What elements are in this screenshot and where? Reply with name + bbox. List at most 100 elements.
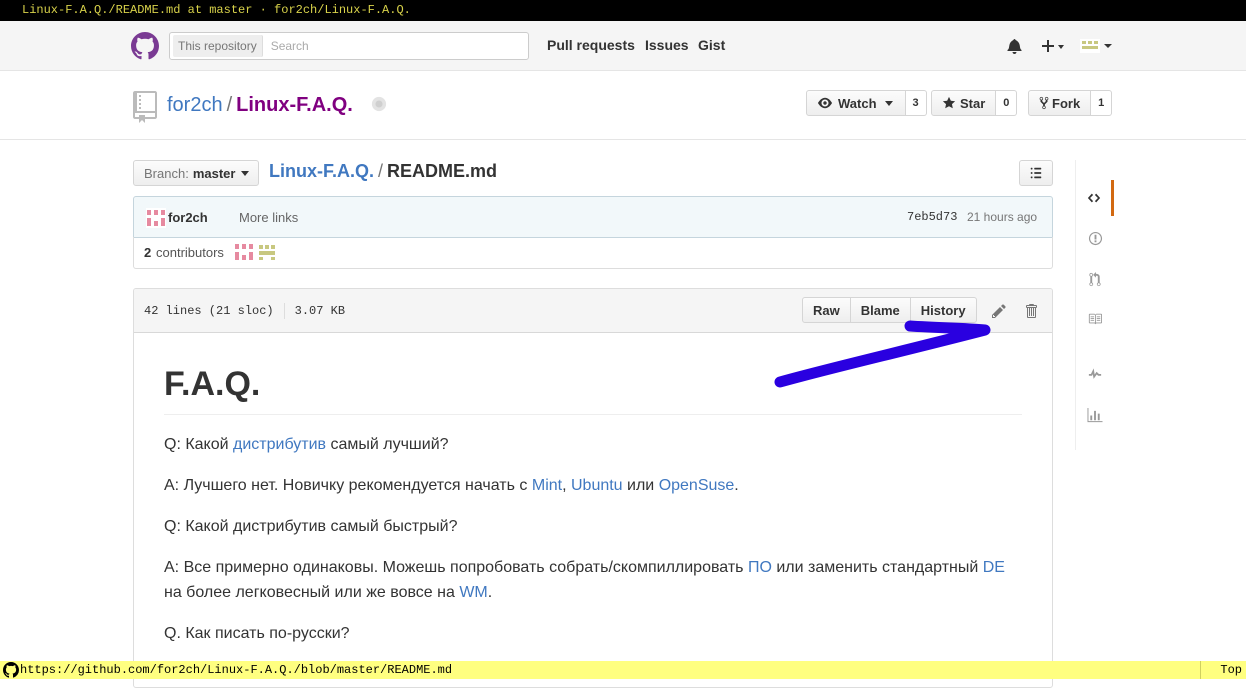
raw-button[interactable]: Raw	[802, 297, 851, 323]
fork-group: Fork 1	[1028, 90, 1113, 116]
sidebar-issues-tab[interactable]	[1076, 220, 1114, 256]
contributors-label: contributors	[156, 245, 224, 260]
a1-text: А: Лучшего нет. Новичку рекомендуется на…	[164, 477, 532, 494]
graph-icon	[1087, 407, 1103, 422]
q1-suffix: самый лучший?	[326, 436, 449, 453]
globe-icon	[371, 96, 387, 112]
pencil-edit-icon[interactable]	[992, 303, 1006, 319]
search-box[interactable]: This repository Search	[169, 32, 529, 60]
github-favicon-icon	[3, 662, 19, 678]
sidebar-wiki-tab[interactable]	[1076, 301, 1114, 337]
eye-icon	[818, 97, 832, 109]
file-actions: Raw Blame History	[802, 297, 977, 323]
author-avatar[interactable]	[146, 208, 166, 228]
fork-button[interactable]: Fork	[1028, 90, 1092, 116]
fork-label: Fork	[1052, 95, 1081, 111]
caret-down-icon	[241, 171, 250, 176]
a2-suffix: .	[487, 584, 493, 601]
a1-suffix: .	[734, 477, 739, 494]
watch-label: Watch	[838, 95, 877, 111]
contributor-avatar[interactable]	[257, 242, 277, 262]
faq-question-2: Q: Какой дистрибутив самый быстрый?	[164, 518, 458, 535]
status-url: https://github.com/for2ch/Linux-F.A.Q./b…	[20, 663, 453, 677]
q1-text: Q: Какой	[164, 436, 234, 453]
browser-status-bar: https://github.com/for2ch/Linux-F.A.Q./b…	[0, 661, 1246, 679]
notifications-bell-icon[interactable]	[1007, 38, 1022, 54]
faq-answer-2: A: Все примерно одинаковы. Можешь попроб…	[164, 555, 1022, 605]
browser-title: Linux-F.A.Q./README.md at master · for2c…	[0, 0, 1246, 21]
a2-link-de[interactable]: DE	[983, 559, 1005, 576]
branch-selector[interactable]: Branch: master	[133, 160, 259, 186]
history-button[interactable]: History	[909, 297, 977, 323]
repo-title-separator: /	[226, 94, 233, 116]
nav-gist[interactable]: Gist	[698, 37, 725, 53]
sidebar-pull-requests-tab[interactable]	[1076, 261, 1114, 297]
a2-link-po[interactable]: ПО	[748, 559, 772, 576]
book-wiki-icon	[1088, 313, 1102, 325]
watch-button[interactable]: Watch	[806, 90, 906, 116]
repo-header: for2ch / Linux-F.A.Q. Watch 3 Star 0 Fork …	[0, 71, 1246, 140]
commit-time: 21 hours ago	[967, 210, 1038, 224]
caret-down-icon	[884, 101, 893, 106]
a1-link-mint[interactable]: Mint	[532, 477, 562, 494]
scroll-position: Top	[1220, 663, 1242, 677]
search-input[interactable]: Search	[271, 39, 309, 53]
a1-sep1: ,	[562, 477, 571, 494]
star-button[interactable]: Star	[931, 90, 997, 116]
repo-title: for2ch / Linux-F.A.Q.	[167, 94, 353, 117]
star-label: Star	[960, 95, 986, 111]
faq-question-1: Q: Какой дистрибутив самый лучший?	[164, 432, 1022, 457]
code-icon	[1087, 193, 1100, 203]
contributors-count: 2	[144, 245, 152, 260]
a1-sep2: или	[622, 477, 659, 494]
a2-link-wm[interactable]: WM	[459, 584, 487, 601]
jump-to-list-button[interactable]	[1019, 160, 1053, 186]
sidebar-graphs-tab[interactable]	[1076, 397, 1114, 433]
blame-button[interactable]: Blame	[849, 297, 911, 323]
repo-name-link[interactable]: Linux-F.A.Q.	[236, 94, 353, 116]
status-divider	[1200, 661, 1201, 679]
file-header: 42 lines (21 sloc) 3.07 KB Raw Blame Hist…	[134, 289, 1052, 333]
github-logo-icon[interactable]	[131, 32, 159, 60]
issue-opened-icon	[1088, 231, 1102, 245]
faq-answer-1: А: Лучшего нет. Новичку рекомендуется на…	[164, 473, 1022, 498]
sidebar-code-tab[interactable]	[1076, 180, 1114, 216]
file-box: 42 lines (21 sloc) 3.07 KB Raw Blame Hist…	[133, 288, 1053, 688]
sidebar-pulse-tab[interactable]	[1076, 356, 1114, 392]
readme-title: F.A.Q.	[164, 332, 1022, 415]
a1-link-opensuse[interactable]: OpenSuse	[659, 477, 735, 494]
commit-message[interactable]: More links	[239, 210, 298, 225]
faq-question-3: Q. Как писать по-русски?	[164, 625, 350, 642]
nav-pull-requests[interactable]: Pull requests	[547, 37, 635, 53]
nav-issues[interactable]: Issues	[645, 37, 689, 53]
q1-link-distro[interactable]: дистрибутив	[233, 436, 326, 453]
breadcrumb-separator: /	[378, 161, 384, 181]
repo-owner-link[interactable]: for2ch	[167, 94, 223, 116]
contributor-avatar[interactable]	[234, 242, 254, 262]
create-new-plus-icon[interactable]	[1040, 38, 1066, 54]
trash-delete-icon[interactable]	[1024, 303, 1038, 319]
a1-link-ubuntu[interactable]: Ubuntu	[571, 477, 623, 494]
contributors-bar[interactable]: 2 contributors	[133, 237, 1053, 269]
repo-sidebar-nav	[1075, 160, 1114, 450]
a2-mid1: или заменить стандартный	[771, 559, 983, 576]
breadcrumb-file: README.md	[387, 161, 498, 181]
list-unordered-icon	[1030, 167, 1042, 179]
fork-count[interactable]: 1	[1091, 90, 1113, 116]
star-group: Star 0	[931, 90, 1018, 116]
star-icon	[942, 96, 956, 109]
site-header: This repository Search Pull requests Iss…	[0, 21, 1246, 71]
branch-value: master	[192, 165, 236, 181]
commit-sha[interactable]: 7eb5d73	[907, 210, 957, 224]
breadcrumb: Linux-F.A.Q. / README.md	[269, 161, 497, 182]
star-count[interactable]: 0	[996, 90, 1018, 116]
user-avatar-menu-icon[interactable]	[1080, 37, 1114, 55]
fork-icon	[1039, 96, 1049, 110]
breadcrumb-repo-link[interactable]: Linux-F.A.Q.	[269, 161, 374, 181]
repo-book-icon	[133, 91, 157, 123]
commit-tease: for2ch More links 7eb5d73 21 hours ago	[133, 196, 1053, 238]
watch-count[interactable]: 3	[905, 90, 927, 116]
commit-author[interactable]: for2ch	[168, 210, 208, 225]
watch-group: Watch 3	[806, 90, 927, 116]
a2-text: A: Все примерно одинаковы. Можешь попроб…	[164, 559, 748, 576]
